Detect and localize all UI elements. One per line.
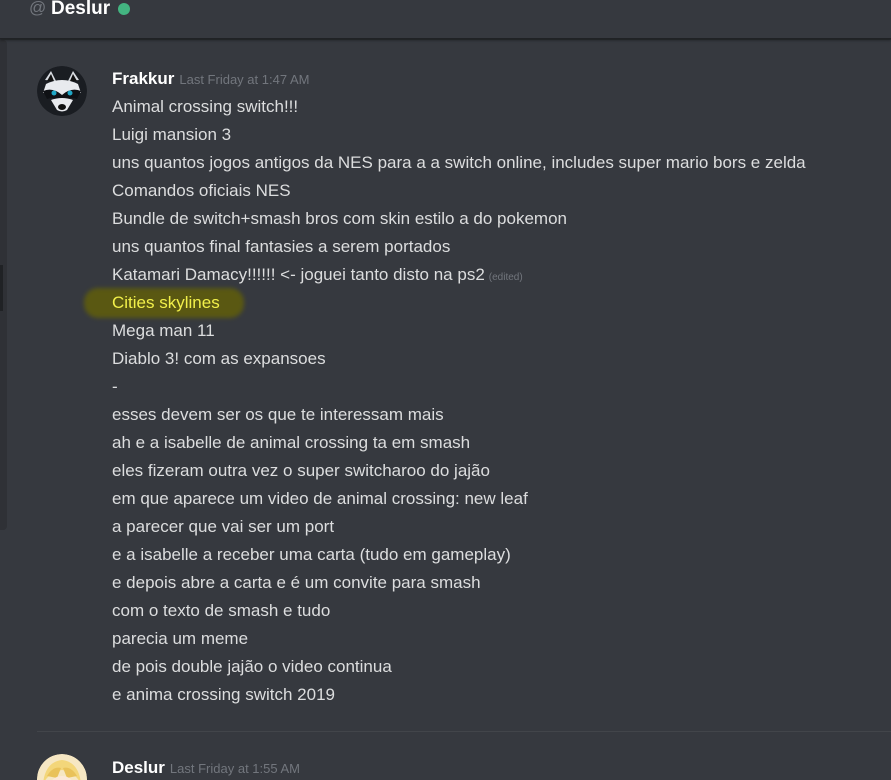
message-line: uns quantos final fantasies a serem port…: [112, 237, 451, 256]
raccoon-avatar[interactable]: [37, 66, 87, 116]
anime-avatar-icon: [37, 754, 87, 780]
message-author[interactable]: Frakkur Last Friday at 1:47 AM: [112, 69, 309, 89]
message-line: a parecer que vai ser um port: [112, 517, 335, 536]
message-line-highlighted: Cities skylines: [112, 293, 220, 312]
message-author[interactable]: Deslur Last Friday at 1:55 AM: [112, 758, 300, 778]
at-icon: @: [29, 0, 47, 17]
message-line: e anima crossing switch 2019: [112, 685, 336, 704]
message-line: uns quantos jogos antigos da NES para a …: [112, 153, 806, 172]
message-line-text: Katamari Damacy!!!!!! <- joguei tanto di…: [112, 265, 485, 284]
edited-label: (edited): [488, 272, 523, 283]
online-status-icon: [118, 3, 130, 15]
message-group: Deslur Last Friday at 1:55 AM: [0, 730, 891, 780]
message-line: parecia um meme: [112, 629, 249, 648]
message-timestamp: Last Friday at 1:47 AM: [179, 72, 310, 87]
message-timestamp: Last Friday at 1:55 AM: [169, 761, 300, 776]
message-line: Animal crossing switch!!!: [112, 97, 299, 116]
message-line: Bundle de switch+smash bros com skin est…: [112, 209, 567, 228]
channel-header: @ Deslur: [0, 0, 891, 39]
message-content: Animal crossing switch!!! Luigi mansion …: [112, 95, 806, 711]
message-line: eles fizeram outra vez o super switcharo…: [112, 461, 490, 480]
message-line: Luigi mansion 3: [112, 125, 232, 144]
message-group: Frakkur Last Friday at 1:47 AM Animal cro…: [0, 0, 891, 730]
message-line: esses devem ser os que te interessam mai…: [112, 405, 444, 424]
dm-recipient-name[interactable]: Deslur: [51, 0, 110, 21]
message-line: com o texto de smash e tudo: [112, 601, 331, 620]
message-line: Diablo 3! com as expansoes: [112, 349, 326, 368]
message-line: e depois abre a carta e é um convite par…: [112, 573, 481, 592]
author-name[interactable]: Deslur: [112, 758, 165, 777]
message-line: ah e a isabelle de animal crossing ta em…: [112, 433, 471, 452]
message-line: Mega man 11: [112, 321, 215, 340]
message-line: e a isabelle a receber uma carta (tudo e…: [112, 545, 511, 564]
message-line: de pois double jajão o video continua: [112, 657, 392, 676]
message-line-edited: Katamari Damacy!!!!!! <- joguei tanto di…: [112, 263, 806, 291]
message-line: -: [112, 377, 118, 396]
raccoon-icon: [37, 66, 87, 116]
anime-girl-avatar[interactable]: [37, 754, 87, 780]
message-line: em que aparece um video de animal crossi…: [112, 489, 528, 508]
dm-chat-window: @ Deslur Frakkur Last Friday at 1:47 AM …: [0, 0, 891, 780]
author-name[interactable]: Frakkur: [112, 69, 174, 88]
message-line: Comandos oficiais NES: [112, 181, 291, 200]
